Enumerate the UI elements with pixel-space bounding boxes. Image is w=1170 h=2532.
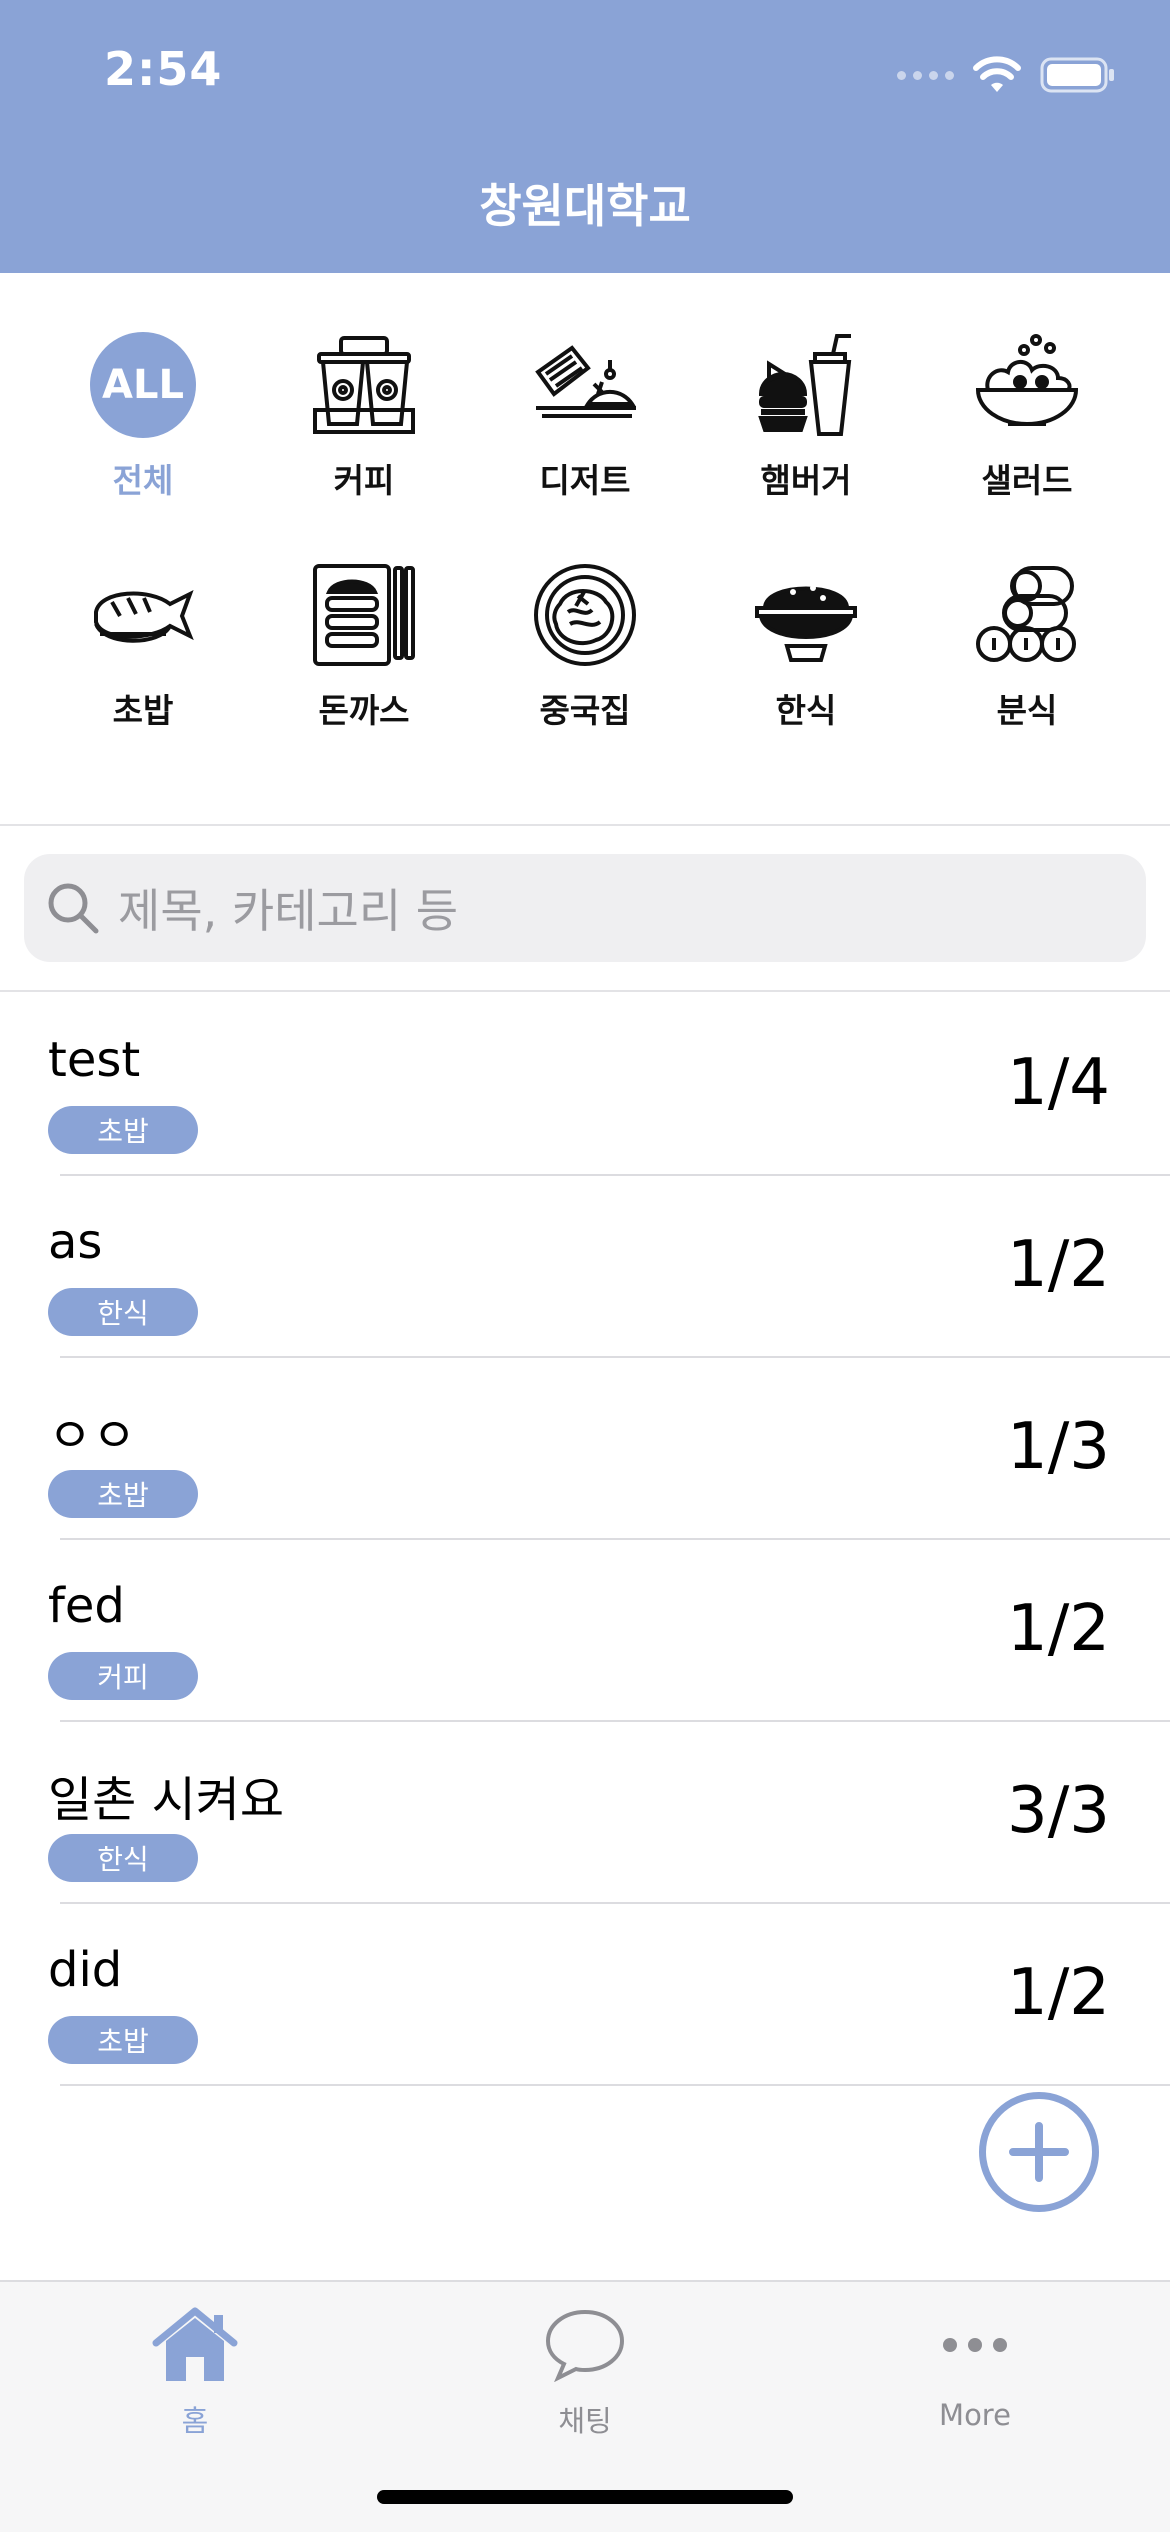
status-time: 2:54 xyxy=(104,42,223,96)
chat-bubble-icon xyxy=(465,2300,705,2390)
kimbap-icon xyxy=(972,560,1082,670)
category-label: 햄버거 xyxy=(760,461,852,500)
list-item[interactable]: 일촌 시켜요 한식 3/3 xyxy=(0,1722,1170,1904)
post-title: 일촌 시켜요 xyxy=(48,1772,285,1828)
category-label: 중국집 xyxy=(539,691,631,730)
category-label: 한식 xyxy=(775,691,837,730)
row-separator xyxy=(60,2084,1170,2086)
category-label: 분식 xyxy=(996,691,1058,730)
category-badge: 한식 xyxy=(48,1834,198,1882)
category-label: 샐러드 xyxy=(981,461,1073,500)
participant-count: 3/3 xyxy=(1007,1774,1110,1848)
participant-count: 1/2 xyxy=(1007,1228,1110,1302)
divider xyxy=(0,824,1170,826)
plus-icon xyxy=(1009,2122,1069,2182)
post-title: ㅇㅇ xyxy=(48,1408,137,1464)
category-salad[interactable]: 샐러드 xyxy=(927,330,1127,502)
participant-count: 1/2 xyxy=(1007,1592,1110,1666)
participant-count: 1/3 xyxy=(1007,1410,1110,1484)
add-post-button[interactable] xyxy=(979,2092,1099,2212)
post-title: fed xyxy=(48,1578,125,1634)
category-badge: 초밥 xyxy=(48,2016,198,2064)
list-item[interactable]: did 초밥 1/2 xyxy=(0,1904,1170,2086)
category-chinese[interactable]: 중국집 xyxy=(485,560,685,732)
category-dessert[interactable]: 디저트 xyxy=(485,330,685,502)
tab-more[interactable]: More xyxy=(855,2300,1095,2432)
search-input[interactable]: 제목, 카테고리 등 xyxy=(24,854,1146,962)
tab-label: More xyxy=(939,2398,1011,2432)
category-cutlet[interactable]: 돈까스 xyxy=(264,560,464,732)
salad-icon xyxy=(972,330,1082,440)
tab-label: 홈 xyxy=(181,2404,209,2438)
post-title: did xyxy=(48,1942,123,1998)
category-sushi[interactable]: 초밥 xyxy=(43,560,243,732)
category-label: 커피 xyxy=(333,461,395,500)
category-label: 디저트 xyxy=(539,461,631,500)
post-list: test 초밥 1/4 as 한식 1/2 ㅇㅇ 초밥 1/3 fed 커피 1… xyxy=(0,994,1170,2086)
more-dots-icon xyxy=(855,2300,1095,2390)
search-placeholder: 제목, 카테고리 등 xyxy=(118,884,459,938)
post-title: as xyxy=(48,1214,103,1270)
nav-title: 창원대학교 xyxy=(479,179,691,233)
category-label: 초밥 xyxy=(112,691,174,730)
category-badge: 초밥 xyxy=(48,1470,198,1518)
home-indicator xyxy=(377,2490,793,2504)
wifi-icon xyxy=(973,56,1021,92)
all-icon: ALL xyxy=(88,330,198,440)
category-snack[interactable]: 분식 xyxy=(927,560,1127,732)
category-badge: 커피 xyxy=(48,1652,198,1700)
category-korean[interactable]: 한식 xyxy=(706,560,906,732)
category-all[interactable]: ALL 전체 xyxy=(43,330,243,502)
battery-icon xyxy=(1040,57,1114,93)
category-label: 돈까스 xyxy=(318,691,410,730)
tab-label: 채팅 xyxy=(558,2404,612,2438)
all-badge: ALL xyxy=(90,332,196,438)
home-icon xyxy=(75,2300,315,2390)
dessert-icon xyxy=(530,330,640,440)
list-item[interactable]: as 한식 1/2 xyxy=(0,1176,1170,1358)
tab-chat[interactable]: 채팅 xyxy=(465,2300,705,2440)
post-title: test xyxy=(48,1032,141,1088)
category-burger[interactable]: 햄버거 xyxy=(706,330,906,502)
search-icon xyxy=(48,883,99,934)
category-label: 전체 xyxy=(112,461,174,500)
list-item[interactable]: test 초밥 1/4 xyxy=(0,994,1170,1176)
category-coffee[interactable]: 커피 xyxy=(264,330,464,502)
list-item[interactable]: ㅇㅇ 초밥 1/3 xyxy=(0,1358,1170,1540)
category-badge: 한식 xyxy=(48,1288,198,1336)
chinese-food-icon xyxy=(530,560,640,670)
divider xyxy=(0,990,1170,992)
cutlet-icon xyxy=(309,560,419,670)
burger-icon xyxy=(751,330,861,440)
list-item[interactable]: fed 커피 1/2 xyxy=(0,1540,1170,1722)
sushi-icon xyxy=(88,560,198,670)
coffee-icon xyxy=(309,330,419,440)
header: 2:54 창원대학교 xyxy=(0,0,1170,273)
rice-bowl-icon xyxy=(751,560,861,670)
category-badge: 초밥 xyxy=(48,1106,198,1154)
participant-count: 1/2 xyxy=(1007,1956,1110,2030)
status-icons xyxy=(897,55,1116,95)
participant-count: 1/4 xyxy=(1007,1046,1110,1120)
tab-home[interactable]: 홈 xyxy=(75,2300,315,2440)
cellular-signal-icon xyxy=(897,70,954,80)
